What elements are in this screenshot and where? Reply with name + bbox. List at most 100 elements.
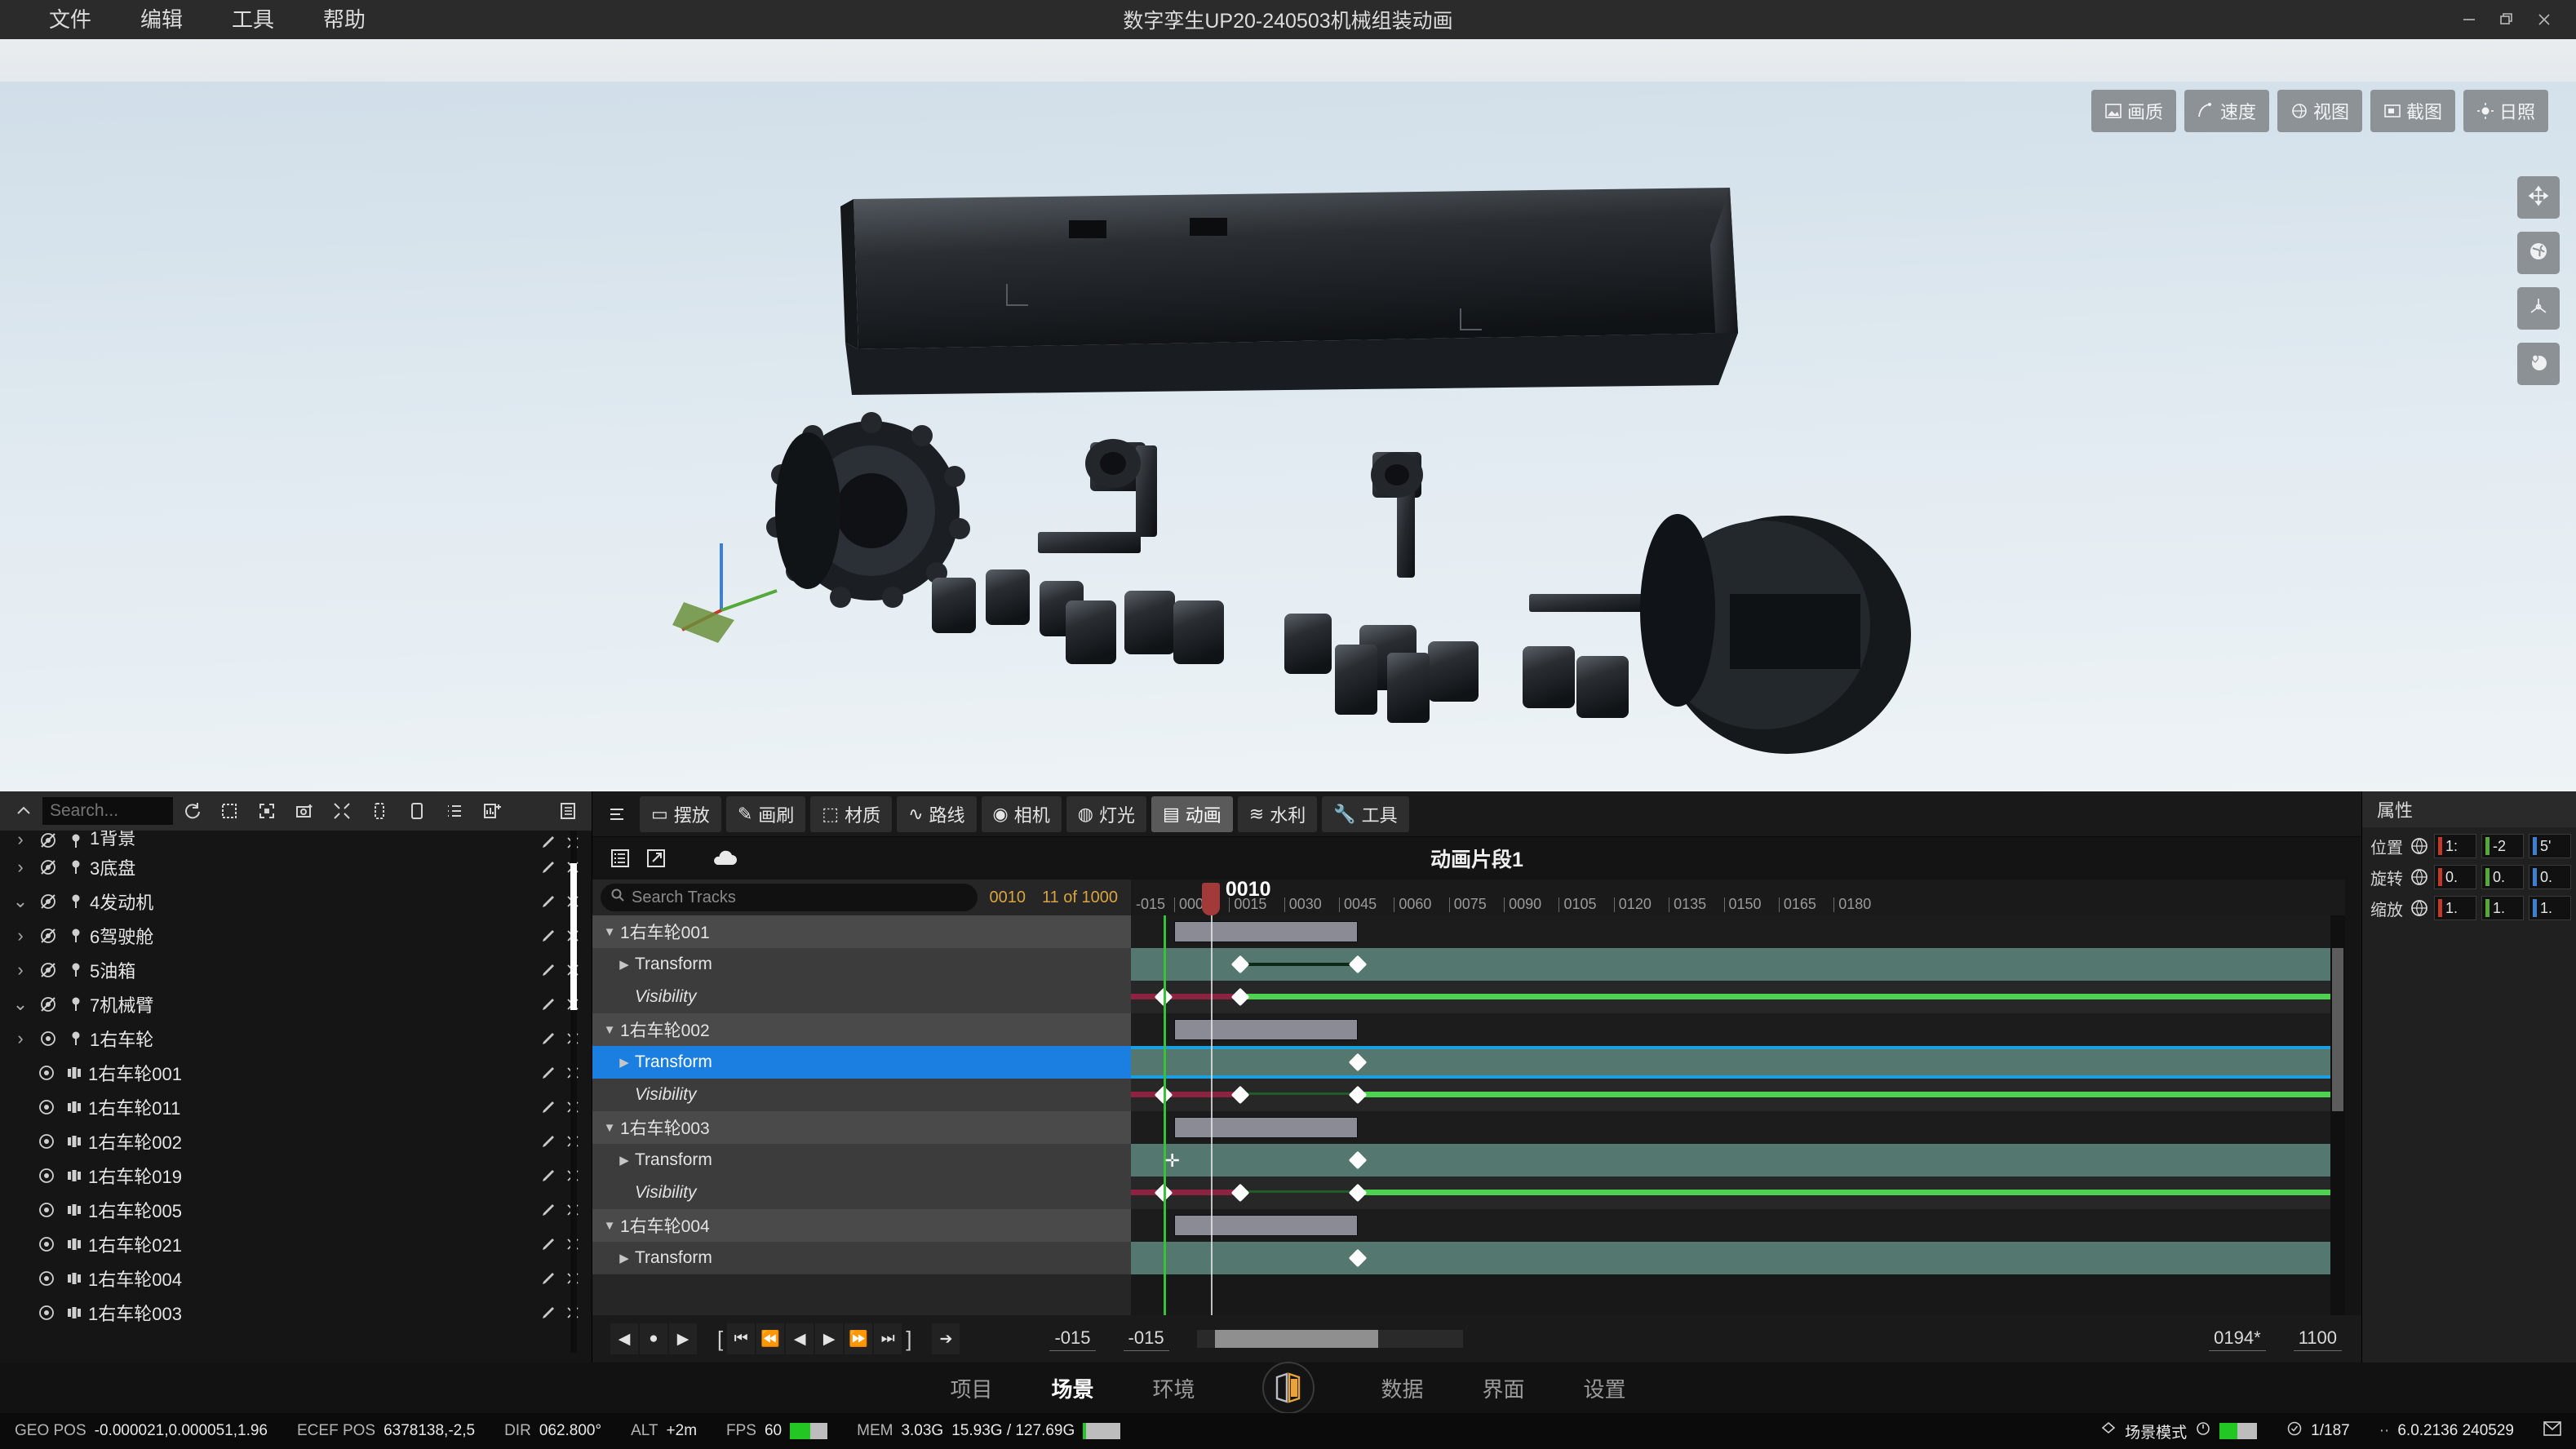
- axis-gizmo-tool-button[interactable]: [2517, 287, 2560, 330]
- timeline-vertical-scrollbar[interactable]: [2330, 915, 2345, 1315]
- edit-pencil-icon[interactable]: [536, 1236, 561, 1252]
- scene-tree-row[interactable]: 1右车轮005: [0, 1193, 592, 1227]
- chevron-down-icon[interactable]: ⌄: [7, 994, 34, 1015]
- timeline-track-row[interactable]: Visibility: [592, 1176, 1131, 1209]
- keyframe-marker[interactable]: [1348, 1248, 1367, 1268]
- cloud-icon[interactable]: [707, 841, 743, 875]
- scene-tree-row[interactable]: ⌄ 4发动机: [0, 884, 592, 919]
- scene-tree-row[interactable]: 1右车轮001: [0, 1056, 592, 1090]
- chevron-right-icon[interactable]: ▶: [614, 1153, 635, 1168]
- scene-tree-row[interactable]: 1右车轮021: [0, 1227, 592, 1261]
- chevron-down-icon[interactable]: ▼: [599, 925, 620, 939]
- timeline-object-track-lane[interactable]: [1131, 915, 2345, 948]
- eye-visible-icon[interactable]: [33, 1303, 60, 1323]
- grid-list-icon[interactable]: [549, 793, 587, 829]
- eye-visible-icon[interactable]: [33, 1269, 60, 1288]
- collapse-panel-icon[interactable]: [5, 792, 42, 830]
- close-button[interactable]: [2525, 0, 2563, 39]
- nav-item-ui[interactable]: 界面: [1483, 1373, 1525, 1403]
- tab-water[interactable]: ≋ 水利: [1237, 795, 1318, 832]
- edit-pencil-icon[interactable]: [536, 1305, 561, 1321]
- timeline-visibility-lane[interactable]: [1131, 1176, 2345, 1209]
- edit-pencil-icon[interactable]: [536, 1270, 561, 1287]
- viewport-button-view[interactable]: 视图: [2277, 90, 2362, 132]
- fit-icon[interactable]: [248, 793, 286, 829]
- timeline-track-row[interactable]: ▶ Transform: [592, 1144, 1131, 1176]
- tab-material[interactable]: ⬚ 材质: [810, 795, 893, 832]
- range-in-field[interactable]: -015: [1123, 1327, 1169, 1351]
- scene-tree-row[interactable]: 1右车轮019: [0, 1159, 592, 1193]
- edit-pencil-icon[interactable]: [536, 1099, 561, 1115]
- chevron-right-icon[interactable]: ›: [7, 857, 34, 878]
- timeline-menu-icon[interactable]: [601, 797, 635, 831]
- nav-item-environment[interactable]: 环境: [1152, 1373, 1195, 1403]
- viewport-3d[interactable]: 画质 速度 视图 截图 日照: [0, 39, 2576, 791]
- refresh-icon[interactable]: [173, 793, 211, 829]
- collapse-icon[interactable]: [323, 793, 361, 829]
- keyframe-marker[interactable]: [1230, 987, 1250, 1007]
- keyframe-marker[interactable]: [1348, 955, 1367, 974]
- tab-animation[interactable]: ▤ 动画: [1151, 795, 1233, 832]
- keyframe-marker[interactable]: [1348, 1052, 1367, 1072]
- timeline-hscroll-thumb[interactable]: [1214, 1330, 1378, 1348]
- chevron-right-icon[interactable]: ›: [7, 831, 34, 850]
- timeline-scroll-thumb[interactable]: [2332, 948, 2343, 1111]
- timeline-track-row[interactable]: ▶ Transform: [592, 1242, 1131, 1274]
- jump-start-button[interactable]: ⏮: [727, 1323, 756, 1354]
- scene-tree-row[interactable]: ⌄ 7机械臂: [0, 987, 592, 1021]
- edit-pencil-icon[interactable]: [536, 1030, 561, 1047]
- edit-pencil-icon[interactable]: [536, 893, 561, 910]
- eye-hidden-icon[interactable]: [34, 831, 62, 850]
- timeline-clip-bar[interactable]: [1174, 1019, 1358, 1040]
- mobile-dashed-icon[interactable]: [361, 793, 398, 829]
- select-box-icon[interactable]: [211, 793, 248, 829]
- eye-visible-icon[interactable]: [33, 1097, 60, 1117]
- scale-x-field[interactable]: 1.: [2434, 896, 2476, 920]
- chevron-right-icon[interactable]: ▶: [614, 1251, 635, 1265]
- track-search-input[interactable]: Search Tracks: [601, 884, 978, 911]
- prev-key-button[interactable]: ⏪: [756, 1323, 785, 1354]
- timeline-object-track-lane[interactable]: [1131, 1013, 2345, 1046]
- nav-item-data[interactable]: 数据: [1381, 1373, 1424, 1403]
- keyframe-marker[interactable]: [1348, 1085, 1367, 1105]
- eye-hidden-icon[interactable]: [34, 960, 62, 980]
- add-keyframe-button[interactable]: ●: [640, 1323, 667, 1354]
- rotation-y-field[interactable]: 0.: [2481, 865, 2524, 889]
- tab-place[interactable]: ▭ 摆放: [640, 795, 721, 832]
- minimize-button[interactable]: [2450, 0, 2488, 39]
- timeline-object-row[interactable]: ▼ 1右车轮004: [592, 1209, 1131, 1242]
- scene-tree-row[interactable]: › 3底盘: [0, 850, 592, 884]
- edit-pencil-icon[interactable]: [536, 1065, 561, 1081]
- timeline-track-row[interactable]: ▶ Transform: [592, 948, 1131, 981]
- geo-locate-tool-button[interactable]: [2517, 343, 2560, 385]
- chevron-right-icon[interactable]: ▶: [614, 957, 635, 972]
- status-scene-mode[interactable]: 场景模式: [2086, 1420, 2272, 1442]
- chevron-right-icon[interactable]: ›: [7, 925, 34, 946]
- keyframe-marker[interactable]: [1230, 1085, 1250, 1105]
- timeline-object-track-lane[interactable]: [1131, 1111, 2345, 1144]
- restore-button[interactable]: [2488, 0, 2525, 39]
- next-key-button[interactable]: ⏩: [845, 1323, 873, 1354]
- timeline-horizontal-scrollbar[interactable]: [1196, 1330, 1463, 1348]
- viewport-button-sun[interactable]: 日照: [2463, 90, 2548, 132]
- nav-item-scene[interactable]: 场景: [1051, 1373, 1093, 1403]
- open-external-icon[interactable]: [638, 841, 674, 875]
- timeline-clip-bar[interactable]: [1174, 921, 1358, 942]
- play-button[interactable]: ▶: [815, 1323, 844, 1354]
- list-icon[interactable]: [602, 841, 638, 875]
- panel-icon[interactable]: [398, 793, 436, 829]
- timeline-transform-lane[interactable]: [1131, 948, 2345, 981]
- eye-visible-icon[interactable]: [33, 1200, 60, 1220]
- eye-visible-icon[interactable]: [34, 1029, 62, 1048]
- edit-pencil-icon[interactable]: [536, 928, 561, 944]
- eye-visible-icon[interactable]: [33, 1234, 60, 1254]
- edit-pencil-icon[interactable]: [536, 834, 561, 850]
- chevron-down-icon[interactable]: ▼: [599, 1023, 620, 1037]
- rotation-x-field[interactable]: 0.: [2434, 865, 2476, 889]
- timeline-clip-bar[interactable]: [1174, 1215, 1358, 1236]
- track-list[interactable]: ▼ 1右车轮001 ▶ Transform Visibility ▼ 1右车轮002 ▶ Tra…: [592, 915, 1131, 1315]
- eye-visible-icon[interactable]: [33, 1063, 60, 1083]
- status-mail[interactable]: [2529, 1421, 2576, 1441]
- list-order-icon[interactable]: [436, 793, 473, 829]
- scene-tree-row[interactable]: › 5油箱: [0, 953, 592, 987]
